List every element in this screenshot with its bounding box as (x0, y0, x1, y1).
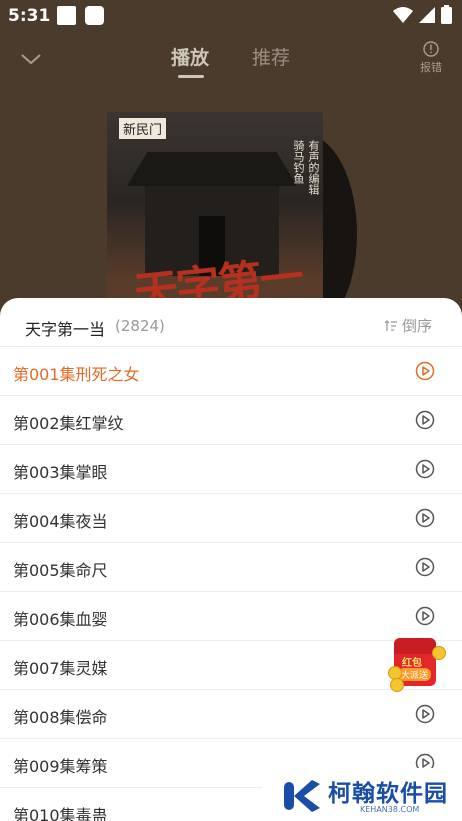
tab-indicator (178, 75, 204, 78)
promo-label: 红包 (402, 658, 422, 669)
episode-row[interactable]: 第008集偿命 (0, 690, 462, 739)
album-art: 新民门 有声的编辑 骑马钓鱼 天字第一当 (107, 112, 357, 334)
cover-side-text: 骑马钓鱼 (292, 140, 305, 184)
play-icon[interactable] (415, 410, 435, 430)
envelope-flap (394, 638, 436, 654)
episode-row[interactable]: 第001集刑死之女 (0, 347, 462, 396)
episode-title: 第002集红掌纹 (13, 414, 124, 433)
alert-icon (423, 41, 439, 57)
episode-title: 第004集夜当 (13, 512, 108, 531)
top-nav: 播放 推荐 报错 (0, 38, 462, 84)
play-icon[interactable] (415, 508, 435, 528)
watermark-text: 柯翰软件园 (328, 781, 448, 807)
status-time: 5:31 (8, 6, 51, 26)
status-bar: 5:31 (0, 0, 462, 32)
cover-roof (127, 152, 297, 186)
watermark-url: KEHAN38.COM (360, 805, 420, 814)
coin-icon (390, 678, 404, 692)
signal-icon (419, 6, 435, 23)
notification-icon (85, 6, 104, 25)
tab-recommend[interactable]: 推荐 (252, 43, 290, 70)
play-icon[interactable] (415, 606, 435, 626)
wifi-icon (393, 6, 413, 23)
battery-icon (441, 5, 452, 24)
episode-title: 第008集偿命 (13, 708, 108, 727)
status-icons (393, 5, 452, 24)
promo-sublabel: 大派送 (398, 668, 432, 681)
episode-title: 第003集掌眼 (13, 463, 108, 482)
tab-play[interactable]: 播放 (171, 43, 209, 70)
coin-icon (432, 646, 446, 660)
cover-image: 新民门 有声的编辑 骑马钓鱼 天字第一当 (107, 112, 323, 312)
episode-row[interactable]: 第003集掌眼 (0, 445, 462, 494)
episode-row[interactable]: 第004集夜当 (0, 494, 462, 543)
episode-title: 第006集血婴 (13, 610, 108, 629)
sort-button[interactable]: 倒序 (384, 315, 432, 336)
red-packet-promo[interactable]: 红包 大派送 (388, 636, 446, 694)
episode-count: (2824) (115, 317, 165, 335)
play-icon[interactable] (415, 361, 435, 381)
watermark-logo-icon (284, 780, 320, 812)
episode-row[interactable]: 第006集血婴 (0, 592, 462, 641)
notification-icon (57, 6, 76, 25)
episode-row[interactable]: 第005集命尺 (0, 543, 462, 592)
play-icon[interactable] (415, 459, 435, 479)
playlist-sheet: 天字第一当 (2824) 倒序 第001集刑死之女 第002集红掌纹 第003集… (0, 298, 462, 821)
episode-title: 第007集灵媒 (13, 659, 108, 678)
episode-title: 第005集命尺 (13, 561, 108, 580)
cover-side-text: 有声的编辑 (307, 140, 320, 195)
sort-icon (384, 319, 397, 331)
sort-label: 倒序 (401, 317, 432, 335)
episode-title: 第009集筹策 (13, 757, 108, 776)
playlist-header: 天字第一当 (2824) 倒序 (0, 298, 462, 347)
episode-row[interactable]: 第002集红掌纹 (0, 396, 462, 445)
play-icon[interactable] (415, 704, 435, 724)
watermark: 柯翰软件园 KEHAN38.COM (262, 768, 462, 821)
book-title: 天字第一当 (25, 320, 106, 339)
episode-title: 第001集刑死之女 (13, 365, 140, 384)
play-icon[interactable] (415, 557, 435, 577)
chevron-down-icon[interactable] (18, 46, 44, 72)
report-label: 报错 (420, 61, 442, 74)
episode-list: 第001集刑死之女 第002集红掌纹 第003集掌眼 第004集夜当 第005集… (0, 347, 462, 821)
report-button[interactable]: 报错 (420, 41, 442, 75)
cover-tag: 新民门 (119, 118, 167, 139)
episode-title: 第010集毒蛊 (13, 806, 108, 821)
